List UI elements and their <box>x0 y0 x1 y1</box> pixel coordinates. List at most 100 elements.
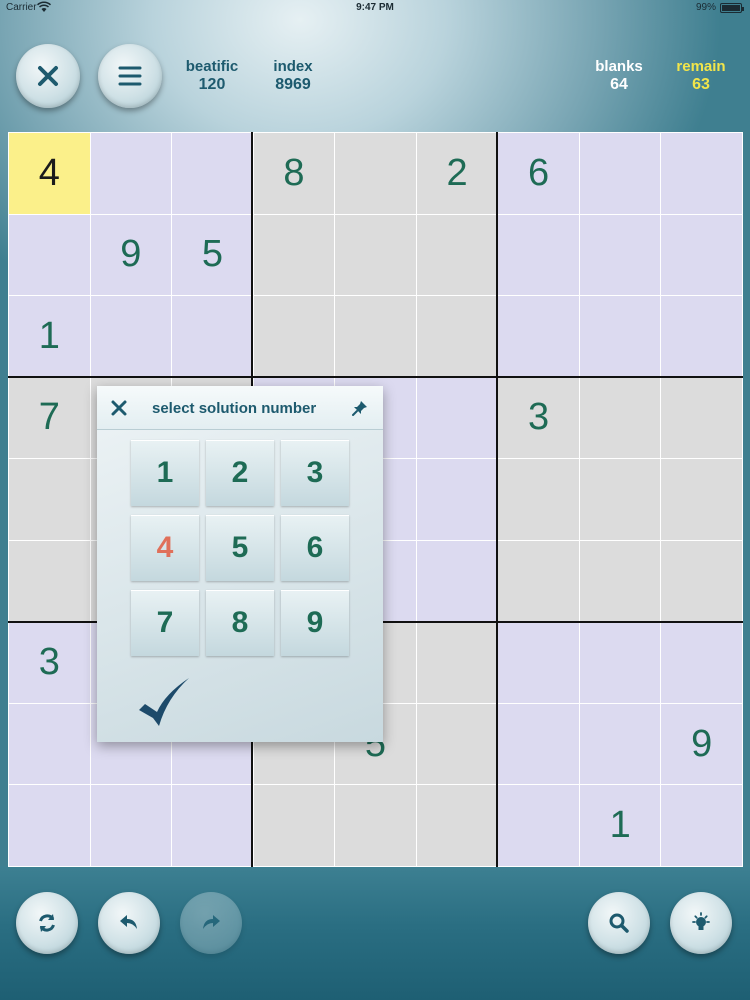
board-cell[interactable] <box>416 377 498 459</box>
blanks-label: blanks <box>595 58 643 75</box>
board-cell[interactable] <box>579 703 661 785</box>
index-stat: index 8969 <box>262 58 324 94</box>
board-cell[interactable]: 9 <box>661 703 742 785</box>
board-cell[interactable] <box>579 214 661 296</box>
redo-icon <box>203 915 220 929</box>
board-cell[interactable] <box>579 377 661 459</box>
board-cell[interactable] <box>416 459 498 540</box>
board-cell[interactable] <box>9 214 90 296</box>
index-label: index <box>273 58 313 75</box>
board-cell[interactable]: 4 <box>9 133 90 214</box>
board-cell[interactable] <box>416 622 498 703</box>
blanks-stat: blanks 64 <box>590 58 648 94</box>
board-cell[interactable] <box>498 214 579 296</box>
board-cell[interactable]: 5 <box>172 214 253 296</box>
board-cell[interactable] <box>9 459 90 540</box>
board-cell[interactable] <box>253 214 335 296</box>
board-cell[interactable] <box>416 703 498 785</box>
number-key-1[interactable]: 1 <box>131 440 199 506</box>
remain-label: remain <box>676 58 726 75</box>
board-cell[interactable] <box>172 785 253 866</box>
refresh-icon <box>39 914 55 932</box>
difficulty-value: 120 <box>198 76 226 93</box>
board-cell[interactable] <box>335 296 416 377</box>
board-cell[interactable] <box>579 133 661 214</box>
search-button[interactable] <box>588 892 650 954</box>
checkmark-icon[interactable] <box>137 674 191 728</box>
board-cell[interactable] <box>9 540 90 622</box>
restart-button[interactable] <box>16 892 78 954</box>
board-cell[interactable] <box>661 785 742 866</box>
close-icon[interactable] <box>109 398 129 418</box>
remain-value: 63 <box>692 76 710 93</box>
board-cell[interactable] <box>579 540 661 622</box>
board-cell[interactable]: 2 <box>416 133 498 214</box>
undo-button[interactable] <box>98 892 160 954</box>
popup-header: select solution number <box>97 386 383 430</box>
redo-button[interactable] <box>180 892 242 954</box>
board-cell[interactable]: 3 <box>498 377 579 459</box>
board-cell[interactable] <box>579 296 661 377</box>
remain-stat: remain 63 <box>670 58 732 94</box>
status-bar: Carrier 9:47 PM 99% <box>0 0 750 16</box>
close-game-button[interactable] <box>16 44 80 108</box>
board-cell[interactable] <box>498 540 579 622</box>
board-cell[interactable] <box>335 133 416 214</box>
board-cell[interactable] <box>253 785 335 866</box>
board-cell[interactable] <box>498 703 579 785</box>
board-cell[interactable] <box>579 459 661 540</box>
board-cell[interactable] <box>90 133 172 214</box>
board-cell[interactable] <box>90 296 172 377</box>
board-cell[interactable] <box>416 296 498 377</box>
board-cell[interactable]: 9 <box>90 214 172 296</box>
board-cell[interactable] <box>661 377 742 459</box>
board-cell[interactable] <box>498 785 579 866</box>
board-cell[interactable] <box>9 703 90 785</box>
number-key-5[interactable]: 5 <box>206 515 274 581</box>
undo-icon <box>120 915 137 929</box>
number-key-8[interactable]: 8 <box>206 590 274 656</box>
board-cell[interactable] <box>661 459 742 540</box>
pin-icon[interactable] <box>351 399 369 417</box>
board-cell[interactable] <box>661 296 742 377</box>
board-cell[interactable] <box>253 296 335 377</box>
blanks-value: 64 <box>610 76 628 93</box>
board-cell[interactable] <box>579 622 661 703</box>
board-cell[interactable] <box>661 540 742 622</box>
board-cell[interactable] <box>172 296 253 377</box>
number-picker-popup: select solution number 123 456 789 <box>97 386 383 742</box>
board-cell[interactable] <box>498 622 579 703</box>
difficulty-stat: beatific 120 <box>180 58 244 94</box>
difficulty-label: beatific <box>185 58 239 75</box>
board-cell[interactable] <box>416 540 498 622</box>
board-cell[interactable] <box>90 785 172 866</box>
board-cell[interactable]: 7 <box>9 377 90 459</box>
board-cell[interactable]: 8 <box>253 133 335 214</box>
menu-icon <box>118 66 142 86</box>
board-cell[interactable] <box>335 214 416 296</box>
hint-button[interactable] <box>670 892 732 954</box>
board-cell[interactable]: 6 <box>498 133 579 214</box>
battery-icon <box>720 3 744 13</box>
battery-percent: 99% <box>695 2 716 13</box>
board-cell[interactable]: 1 <box>579 785 661 866</box>
board-cell[interactable] <box>335 785 416 866</box>
board-cell[interactable] <box>416 214 498 296</box>
board-cell[interactable]: 3 <box>9 622 90 703</box>
board-cell[interactable] <box>9 785 90 866</box>
number-key-4[interactable]: 4 <box>131 515 199 581</box>
board-cell[interactable] <box>416 785 498 866</box>
board-cell[interactable] <box>498 459 579 540</box>
number-key-6[interactable]: 6 <box>281 515 349 581</box>
board-cell[interactable] <box>172 133 253 214</box>
menu-button[interactable] <box>98 44 162 108</box>
board-cell[interactable]: 1 <box>9 296 90 377</box>
board-cell[interactable] <box>498 296 579 377</box>
number-key-3[interactable]: 3 <box>281 440 349 506</box>
number-key-2[interactable]: 2 <box>206 440 274 506</box>
board-cell[interactable] <box>661 214 742 296</box>
number-key-9[interactable]: 9 <box>281 590 349 656</box>
board-cell[interactable] <box>661 622 742 703</box>
board-cell[interactable] <box>661 133 742 214</box>
number-key-7[interactable]: 7 <box>131 590 199 656</box>
